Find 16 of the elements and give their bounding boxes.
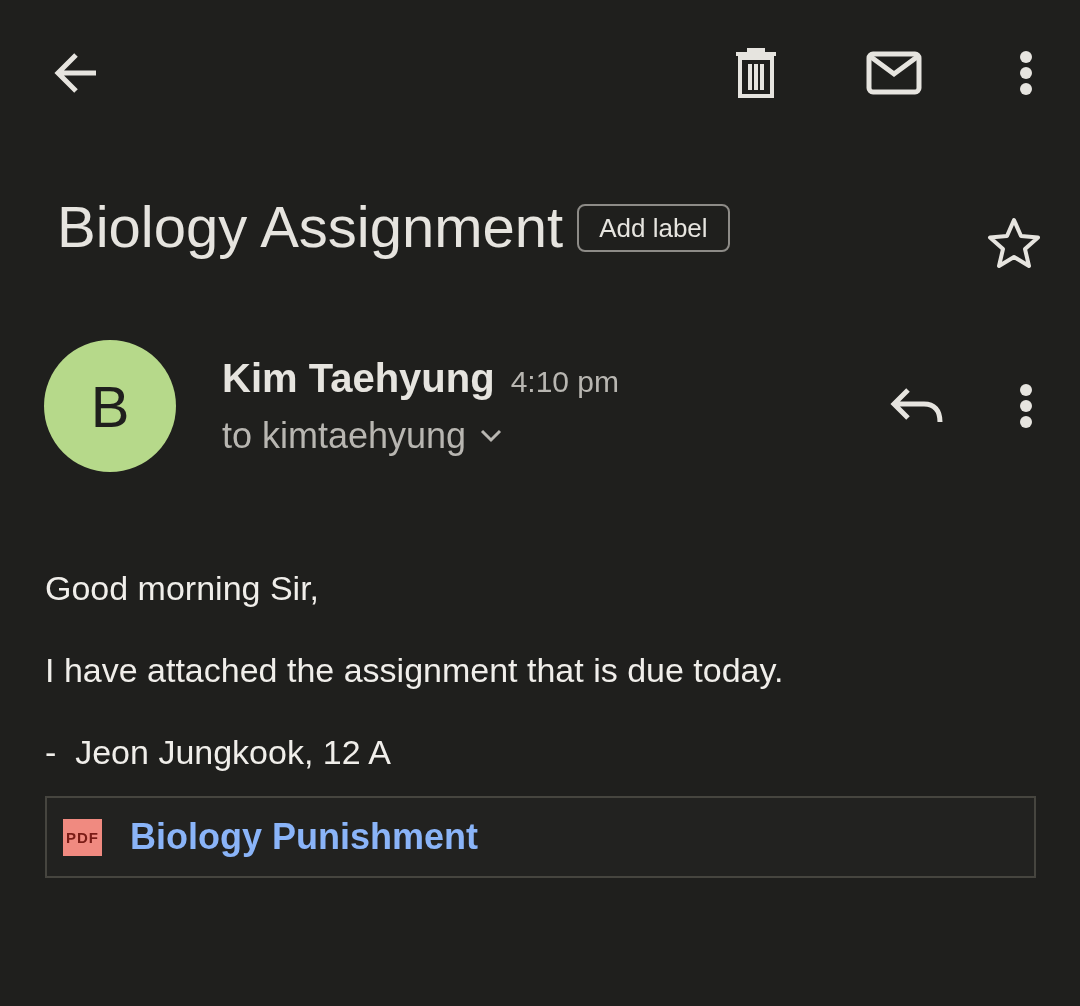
attachment-link[interactable]: Biology Punishment	[130, 816, 478, 858]
body-text: - Jeon Jungkook, 12 A	[45, 732, 392, 772]
add-label-button[interactable]: Add label	[577, 204, 730, 252]
chevron-down-icon	[480, 428, 503, 443]
message-time: 4:10 pm	[510, 364, 620, 399]
more-icon	[1018, 383, 1034, 429]
avatar: B	[44, 340, 176, 472]
sender-name: Kim Taehyung	[222, 355, 495, 401]
body-text: Good morning Sir,	[45, 568, 321, 608]
more-icon	[1018, 50, 1034, 96]
recipient-button[interactable]: to kimtaehyung	[222, 414, 884, 457]
pdf-icon: PDF	[63, 818, 102, 856]
body-text: I have attached the assignment that is due today.	[45, 650, 785, 690]
star-button[interactable]	[986, 216, 1042, 270]
attachment-card[interactable]: PDF Biology Punishment	[45, 796, 1036, 878]
subject-title: Biology Assignment	[57, 193, 564, 261]
